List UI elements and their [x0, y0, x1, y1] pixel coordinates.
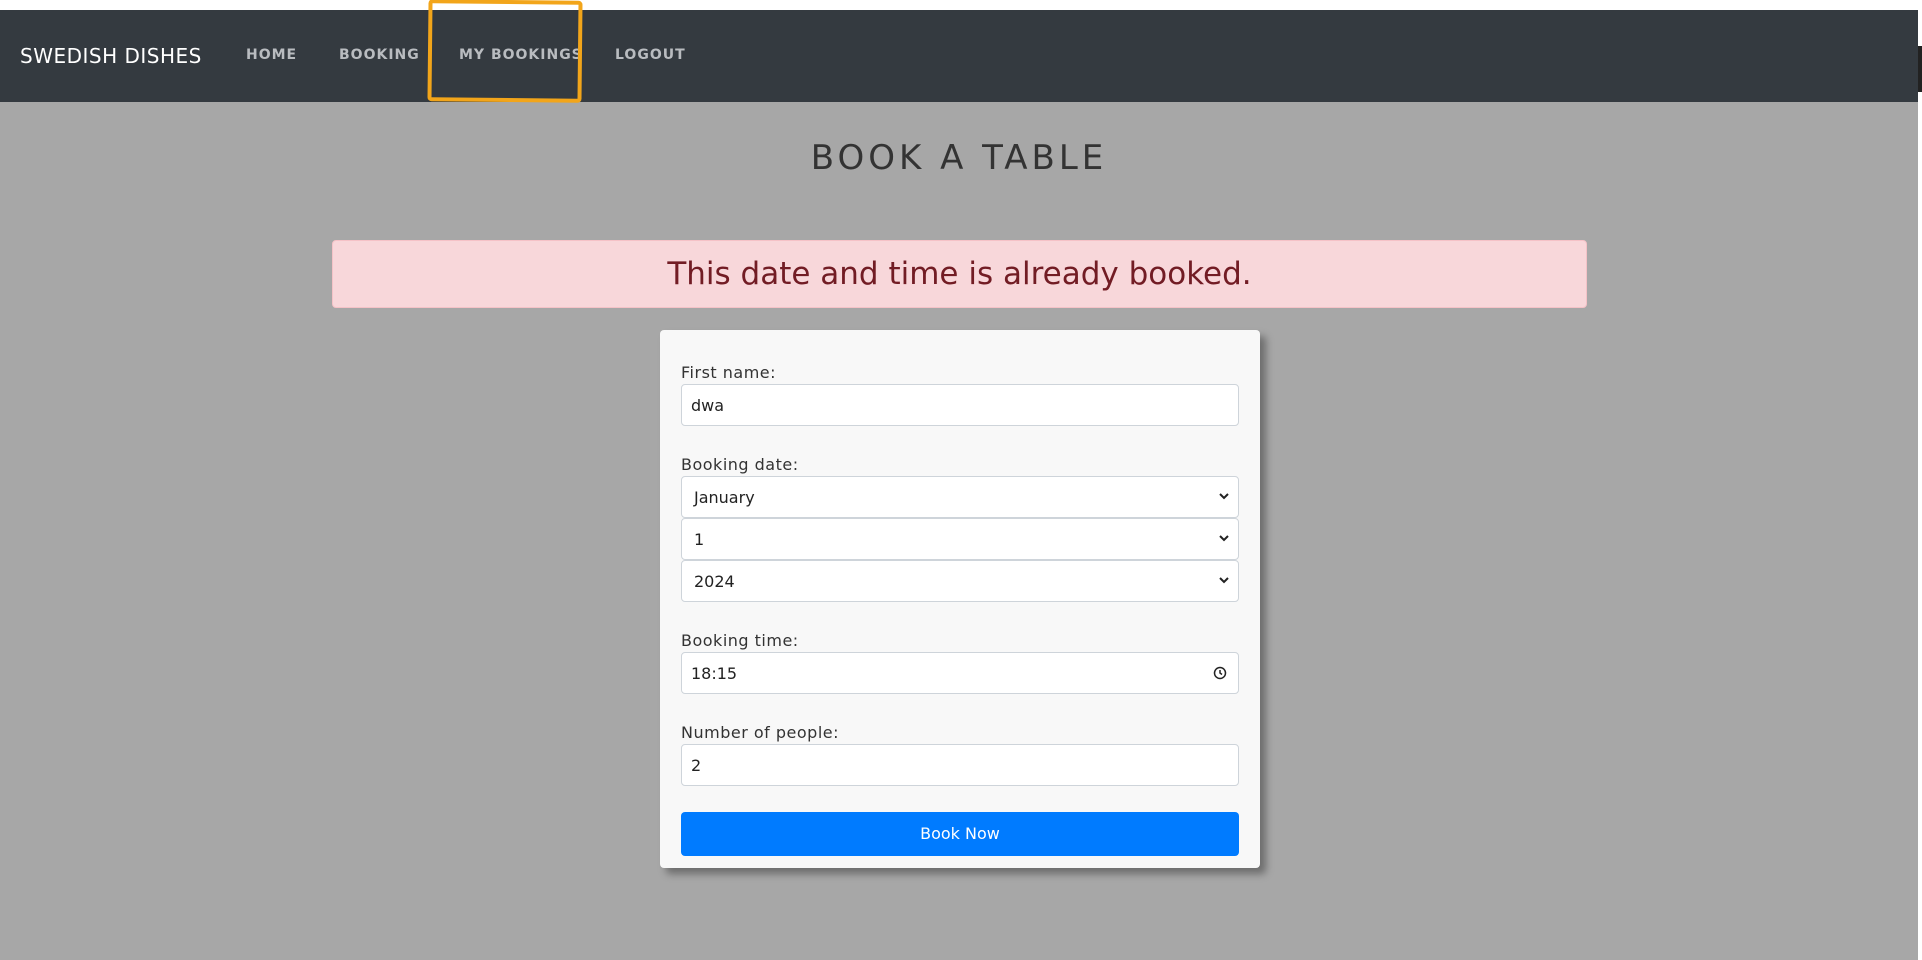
first-name-input[interactable]: dwa: [681, 384, 1239, 426]
day-select[interactable]: 1: [681, 518, 1239, 560]
page-viewport: SWEDISH DISHES HOME BOOKING MY BOOKINGS …: [0, 10, 1918, 960]
nav-my-bookings-link[interactable]: MY BOOKINGS: [459, 47, 583, 63]
year-select[interactable]: 2024: [681, 560, 1239, 602]
nav-logout-link[interactable]: LOGOUT: [615, 47, 686, 63]
navbar: SWEDISH DISHES HOME BOOKING MY BOOKINGS …: [0, 10, 1918, 102]
brand-logo-link[interactable]: SWEDISH DISHES: [20, 44, 202, 68]
booking-time-value: 18:15: [691, 664, 738, 683]
browser-frame: SWEDISH DISHES HOME BOOKING MY BOOKINGS …: [0, 0, 1922, 960]
error-alert: This date and time is already booked.: [332, 240, 1587, 308]
first-name-value: dwa: [691, 396, 725, 415]
first-name-label: First name:: [681, 363, 777, 382]
booking-time-input[interactable]: 18:15: [681, 652, 1239, 694]
booking-time-label: Booking time:: [681, 631, 799, 650]
people-value: 2: [691, 756, 702, 775]
booking-form-card: First name: dwa Booking date: January 1 …: [660, 330, 1260, 868]
day-select-value: 1: [694, 530, 705, 549]
year-select-value: 2024: [694, 572, 735, 591]
chevron-down-icon: [1219, 493, 1229, 500]
chevron-down-icon: [1219, 577, 1229, 584]
people-label: Number of people:: [681, 723, 839, 742]
nav-booking-link[interactable]: BOOKING: [339, 47, 420, 63]
month-select[interactable]: January: [681, 476, 1239, 518]
people-input[interactable]: 2: [681, 744, 1239, 786]
book-now-button[interactable]: Book Now: [681, 812, 1239, 856]
month-select-value: January: [694, 488, 755, 507]
page-title: BOOK A TABLE: [810, 138, 1108, 178]
nav-home-link[interactable]: HOME: [246, 47, 297, 63]
chevron-down-icon: [1219, 535, 1229, 542]
clock-icon[interactable]: [1213, 666, 1227, 680]
booking-date-label: Booking date:: [681, 455, 799, 474]
window-edge: [1918, 46, 1922, 92]
